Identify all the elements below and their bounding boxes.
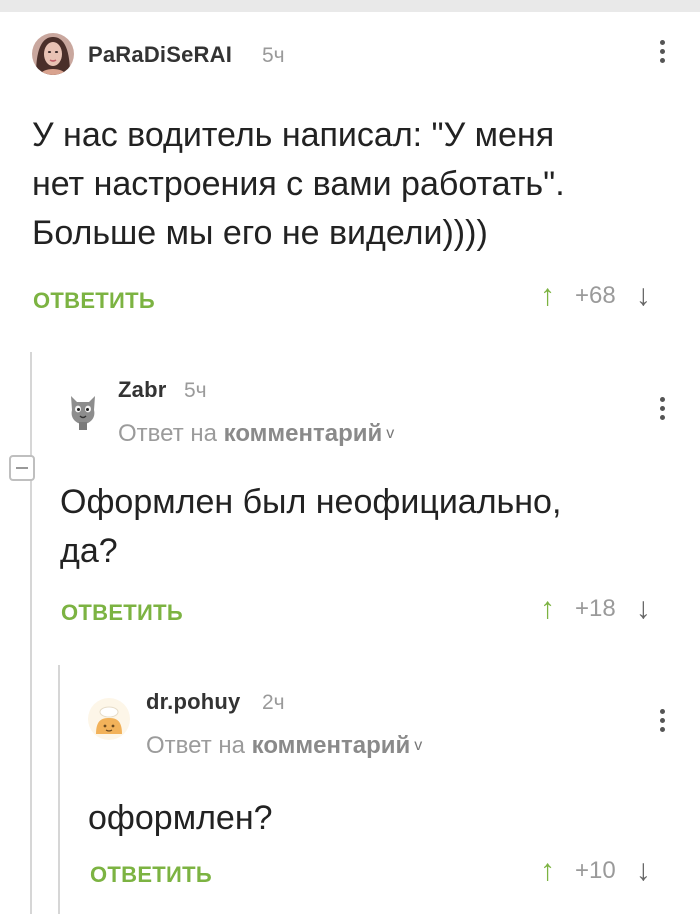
chevron-down-icon[interactable]: v [414, 737, 422, 754]
rating-value: +68 [575, 282, 616, 309]
comment-line: Больше мы его не видели)))) [32, 214, 488, 252]
avatar[interactable] [88, 698, 130, 740]
avatar[interactable] [32, 33, 74, 75]
reply-button[interactable]: ОТВЕТИТЬ [33, 288, 155, 314]
arrow-up-icon[interactable]: ↑ [540, 856, 555, 886]
minus-icon [16, 467, 28, 469]
reply-to-info: Ответ на комментарий v [118, 420, 394, 448]
reply-button[interactable]: ОТВЕТИТЬ [90, 862, 212, 888]
timestamp: 5ч [184, 379, 207, 402]
reply-to-prefix: Ответ на [146, 732, 245, 759]
comment-text: Оформлен был неофициально, да? [60, 478, 680, 576]
username[interactable]: PaRaDiSeRAI [88, 42, 232, 68]
kebab-menu-icon[interactable] [658, 40, 666, 63]
thread-line [30, 352, 32, 914]
comment-text: оформлен? [88, 794, 678, 843]
collapse-button[interactable] [9, 455, 35, 481]
arrow-down-icon[interactable]: ↓ [636, 856, 651, 886]
kebab-menu-icon[interactable] [658, 397, 666, 420]
rating-control: ↑ +68 ↓ [540, 281, 651, 311]
rating-value: +18 [575, 595, 616, 622]
arrow-up-icon[interactable]: ↑ [540, 281, 555, 311]
thread-line [58, 665, 60, 914]
comment-line: оформлен? [88, 799, 273, 837]
comment-line: да? [60, 532, 118, 570]
comment-text: У нас водитель написал: "У меня нет наст… [32, 111, 682, 258]
arrow-down-icon[interactable]: ↓ [636, 594, 651, 624]
rating-control: ↑ +10 ↓ [540, 856, 651, 886]
chevron-down-icon[interactable]: v [386, 425, 394, 442]
avatar[interactable] [62, 388, 104, 432]
top-bar [0, 0, 700, 12]
timestamp: 2ч [262, 691, 285, 714]
username[interactable]: Zabr [118, 377, 166, 403]
comment-line: Оформлен был неофициально, [60, 483, 562, 521]
kebab-menu-icon[interactable] [658, 709, 666, 732]
reply-to-link[interactable]: комментарий [252, 732, 411, 759]
rating-control: ↑ +18 ↓ [540, 594, 651, 624]
rating-value: +10 [575, 857, 616, 884]
reply-to-info: Ответ на комментарий v [146, 732, 422, 760]
arrow-up-icon[interactable]: ↑ [540, 594, 555, 624]
reply-to-link[interactable]: комментарий [224, 420, 383, 447]
reply-to-prefix: Ответ на [118, 420, 217, 447]
timestamp: 5ч [262, 44, 285, 67]
username[interactable]: dr.pohuy [146, 689, 241, 715]
arrow-down-icon[interactable]: ↓ [636, 281, 651, 311]
reply-button[interactable]: ОТВЕТИТЬ [61, 600, 183, 626]
comment-line: нет настроения с вами работать". [32, 165, 565, 203]
comment-line: У нас водитель написал: "У меня [32, 116, 555, 154]
